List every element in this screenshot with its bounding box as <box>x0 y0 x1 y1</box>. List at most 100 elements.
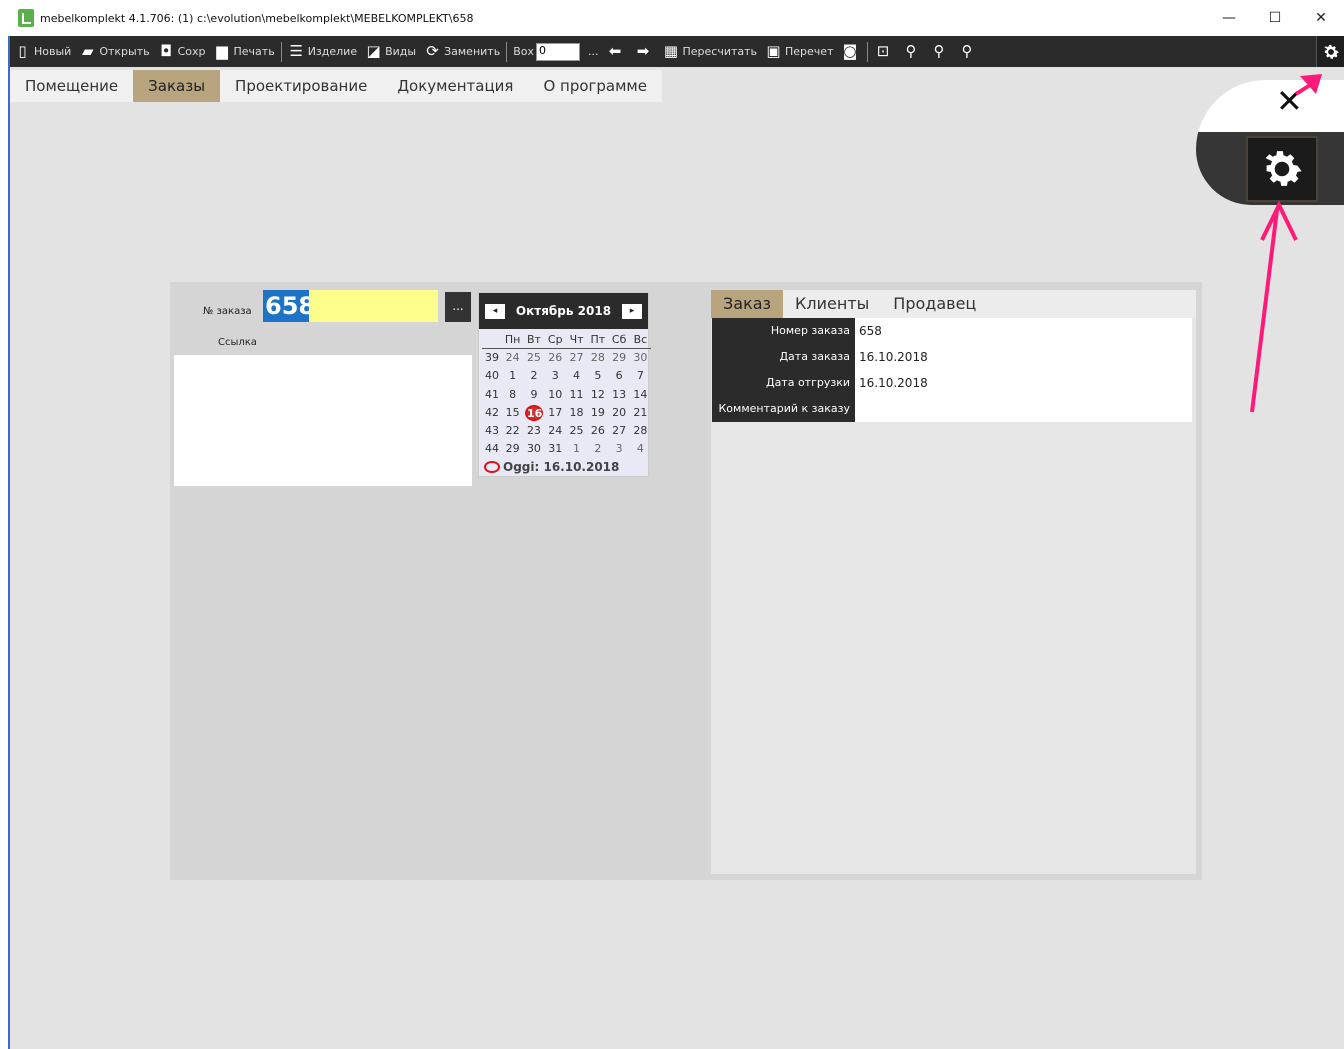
refresh-icon: ⟳ <box>426 42 439 60</box>
calendar-day[interactable]: 5 <box>587 367 608 385</box>
calendar-selected-day[interactable]: 16 <box>524 404 543 421</box>
open-button[interactable]: ▰ Открыть <box>79 43 150 60</box>
details-tabs: Заказ Клиенты Продавец <box>711 290 1196 318</box>
link-textarea[interactable] <box>174 355 472 486</box>
tab-seller[interactable]: Продавец <box>881 290 988 318</box>
close-window-button[interactable]: ✕ <box>1298 0 1344 36</box>
calendar-prev-button[interactable]: ◂ <box>485 303 505 319</box>
calendar-day[interactable]: 25 <box>523 349 544 367</box>
calendar-day[interactable]: 14 <box>630 386 651 404</box>
calendar-day[interactable]: 27 <box>608 422 629 440</box>
gear-icon <box>1323 44 1339 59</box>
calendar-day[interactable]: 19 <box>587 404 608 422</box>
calendar-next-button[interactable]: ▸ <box>621 303 642 319</box>
toolbar-separator <box>867 41 869 62</box>
calendar-day[interactable]: 30 <box>523 440 544 458</box>
calendar-day[interactable]: 29 <box>502 440 523 458</box>
order-number-field[interactable] <box>309 290 438 322</box>
gear-icon <box>1265 151 1302 186</box>
calendar-today[interactable]: Oggi: 16.10.2018 <box>479 460 648 474</box>
menu-item-about[interactable]: О программе <box>528 70 662 102</box>
calendar-day[interactable]: 13 <box>608 386 629 404</box>
settings-button[interactable] <box>1316 36 1344 67</box>
property-value[interactable]: 658 <box>855 318 1192 344</box>
back-button[interactable]: ⬅ <box>606 43 626 60</box>
box-field-group: Вох 0 <box>513 42 580 61</box>
calendar-day[interactable]: 7 <box>630 367 651 385</box>
camera-button[interactable]: ◙ <box>841 43 861 60</box>
new-button[interactable]: ▯ Новый <box>14 43 71 60</box>
order-browse-button[interactable]: ... <box>445 292 471 322</box>
menu-item-documentation[interactable]: Документация <box>382 70 528 102</box>
calendar-day[interactable]: 6 <box>608 367 629 385</box>
order-number-input[interactable]: 658 <box>263 290 315 322</box>
calendar-day[interactable]: 25 <box>566 422 587 440</box>
calendar-day[interactable]: 24 <box>502 349 523 367</box>
calendar-day[interactable]: 26 <box>545 349 566 367</box>
zoom-reset-button[interactable]: ⚲ <box>958 43 978 60</box>
recount-button[interactable]: ▣ Перечет <box>765 43 833 60</box>
calendar-day[interactable]: 3 <box>545 367 566 385</box>
replace-label: Заменить <box>444 45 501 58</box>
menu-item-room[interactable]: Помещение <box>10 70 133 102</box>
fit-button[interactable]: ⊡ <box>874 43 894 60</box>
calendar-day[interactable]: 17 <box>545 404 566 422</box>
zoom-callout: ✕ <box>1196 80 1344 205</box>
box-input[interactable]: 0 <box>535 42 580 61</box>
calculator-icon: ▦ <box>663 42 679 60</box>
print-button[interactable]: ▆ Печать <box>214 43 274 60</box>
calendar-day[interactable]: 28 <box>630 422 651 440</box>
menu-item-orders[interactable]: Заказы <box>133 70 221 102</box>
replace-button[interactable]: ⟳ Заменить <box>424 43 500 60</box>
zoom-out-button[interactable]: ⚲ <box>930 43 950 60</box>
calendar-day[interactable]: 28 <box>587 349 608 367</box>
zoom-in-button[interactable]: ⚲ <box>902 43 922 60</box>
forward-button[interactable]: ➡ <box>634 43 654 60</box>
calendar-day[interactable]: 2 <box>587 440 608 458</box>
calendar-day[interactable]: 9 <box>523 386 544 404</box>
calendar-day[interactable]: 21 <box>630 404 651 422</box>
calendar-day[interactable]: 1 <box>502 367 523 385</box>
calendar-day[interactable]: 20 <box>608 404 629 422</box>
main-area: Помещение Заказы Проектирование Документ… <box>10 67 1344 1049</box>
property-value[interactable]: 16.10.2018 <box>855 370 1192 396</box>
calendar-day[interactable]: 3 <box>608 440 629 458</box>
calendar-day[interactable]: 24 <box>545 422 566 440</box>
calendar-day[interactable]: 11 <box>566 386 587 404</box>
save-button[interactable]: ◘ Сохр <box>158 43 205 60</box>
minimize-button[interactable]: — <box>1206 0 1252 36</box>
property-value[interactable]: 16.10.2018 <box>855 344 1192 370</box>
views-button[interactable]: ◪ Виды <box>365 43 417 60</box>
tab-order[interactable]: Заказ <box>711 290 784 318</box>
calendar-day[interactable]: 16 <box>523 404 544 422</box>
calendar-day[interactable]: 8 <box>502 386 523 404</box>
maximize-button[interactable]: ☐ <box>1252 0 1298 36</box>
recalc-label: Пересчитать <box>682 45 758 58</box>
calendar-day[interactable]: 23 <box>523 422 544 440</box>
more-button[interactable]: ... <box>588 45 599 58</box>
property-value[interactable] <box>855 396 1192 422</box>
property-grid: Номер заказа 658 Дата заказа 16.10.2018 … <box>712 318 1192 422</box>
calendar-day[interactable]: 31 <box>545 440 566 458</box>
calendar-day[interactable]: 2 <box>523 367 544 385</box>
calendar-day[interactable]: 4 <box>566 367 587 385</box>
calendar-day[interactable]: 18 <box>566 404 587 422</box>
calendar-day[interactable]: 22 <box>502 422 523 440</box>
calendar-day[interactable]: 1 <box>566 440 587 458</box>
calendar-weekday: Ср <box>544 331 566 350</box>
calendar-day[interactable]: 12 <box>587 386 608 404</box>
product-button[interactable]: ☰ Изделие <box>288 43 357 60</box>
calendar-day[interactable]: 30 <box>630 349 651 367</box>
calendar-day[interactable]: 26 <box>587 422 608 440</box>
calendar-day[interactable]: 4 <box>630 440 651 458</box>
tab-clients[interactable]: Клиенты <box>783 290 881 318</box>
calendar-weekday: Вс <box>629 331 652 350</box>
calendar-day[interactable]: 29 <box>608 349 629 367</box>
recalc-button[interactable]: ▦ Пересчитать <box>662 43 757 60</box>
calendar-day[interactable]: 15 <box>502 404 523 422</box>
calendar-day[interactable]: 27 <box>566 349 587 367</box>
calendar-day[interactable]: 10 <box>545 386 566 404</box>
calendar-week-number: 39 <box>485 351 499 365</box>
menu-item-design[interactable]: Проектирование <box>220 70 382 102</box>
calendar-week-number: 44 <box>485 442 499 456</box>
